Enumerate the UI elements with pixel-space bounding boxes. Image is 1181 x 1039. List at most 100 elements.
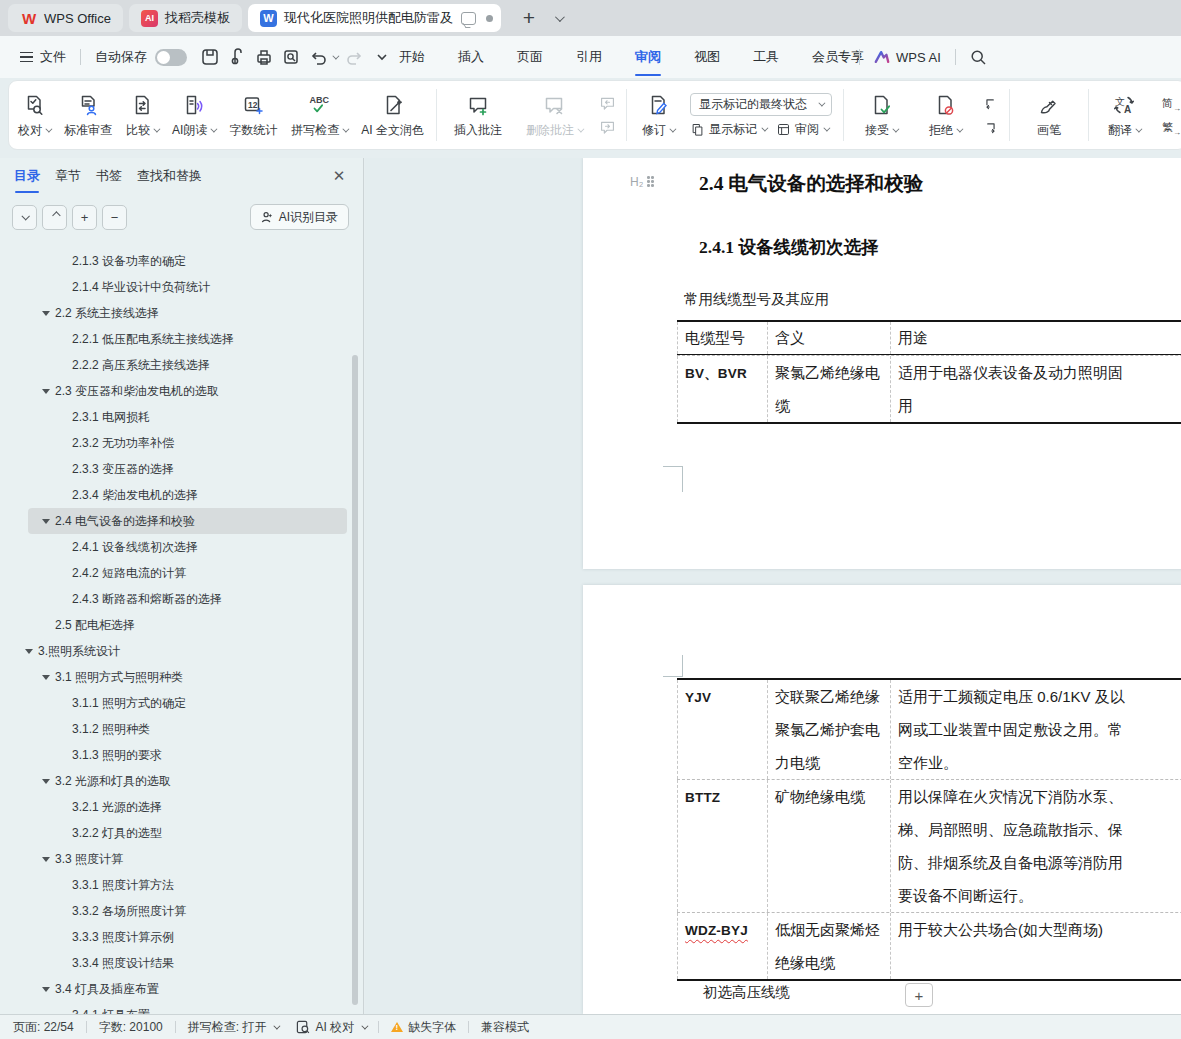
toc-item[interactable]: 2.5 配电柜选择 (0, 612, 359, 638)
doc-heading-2-4-1[interactable]: 2.4.1 设备线缆初次选择 (699, 235, 878, 259)
menu-插入[interactable]: 插入 (457, 45, 485, 69)
menu-视图[interactable]: 视图 (693, 45, 721, 69)
sidebar-tab-查找和替换[interactable]: 查找和替换 (137, 167, 202, 185)
word-count-indicator[interactable]: 字数: 20100 (99, 1019, 163, 1036)
tab-list-chevron[interactable] (555, 12, 565, 22)
collapse-triangle-icon[interactable] (42, 987, 50, 992)
missing-font-warning[interactable]: 缺失字体 (391, 1019, 456, 1036)
standard-review-button[interactable]: 标准审查 (57, 85, 119, 145)
autosave-toggle[interactable] (155, 49, 187, 66)
search-icon[interactable] (970, 49, 987, 66)
proofread-button[interactable]: 校对 (11, 85, 57, 145)
tab-docer-template[interactable]: AI 找稻壳模板 (129, 4, 242, 32)
next-change-button[interactable] (981, 118, 1000, 136)
new-tab-button[interactable]: + (517, 6, 541, 30)
accept-button[interactable]: 接受 (849, 85, 913, 145)
page-indicator[interactable]: 页面: 22/54 (13, 1019, 74, 1036)
toc-item[interactable]: 2.2.2 高压系统主接线选择 (0, 352, 359, 378)
toc-item[interactable]: 3.3 照度计算 (0, 846, 359, 872)
toc-item[interactable]: 3.1.2 照明种类 (0, 716, 359, 742)
table-cell[interactable]: BV、BVR (677, 356, 767, 422)
toc-item[interactable]: 3.3.3 照度计算示例 (0, 924, 359, 950)
undo-icon[interactable] (309, 48, 327, 66)
ai-read-button[interactable]: AI朗读 (165, 85, 222, 145)
table-cell[interactable]: 矿物绝缘电缆 (767, 780, 890, 912)
compat-mode-indicator[interactable]: 兼容模式 (481, 1019, 529, 1036)
menu-审阅[interactable]: 审阅 (634, 45, 662, 69)
toc-item[interactable]: 2.4.2 短路电流的计算 (0, 560, 359, 586)
close-icon[interactable]: ✕ (331, 168, 347, 184)
table-cell[interactable]: BTTZ (677, 780, 767, 912)
markup-state-select[interactable]: 显示标记的最终状态 (690, 93, 832, 116)
to-simplified-button[interactable]: 繁→转简 (1162, 119, 1181, 136)
toc-item[interactable]: 3.1.1 照明方式的确定 (0, 690, 359, 716)
chat-bubble-icon[interactable] (461, 12, 476, 25)
brush-button[interactable]: 画笔 (1015, 85, 1083, 145)
tab-document[interactable]: W 现代化医院照明供配电防雷及 (248, 4, 501, 32)
table-add-row-button[interactable]: + (905, 983, 933, 1007)
table-cell[interactable]: 适用于工频额定电压 0.6/1KV 及以网或工业装置中固定敷设之用。常空作业。 (890, 680, 1181, 779)
collapse-triangle-icon[interactable] (42, 519, 50, 524)
table-header-cell[interactable]: 电缆型号 (677, 322, 767, 354)
menu-开始[interactable]: 开始 (398, 45, 426, 69)
more-commands-chevron[interactable] (373, 48, 391, 66)
doc-heading-2-4[interactable]: 2.4 电气设备的选择和校验 (699, 170, 923, 197)
toc-item[interactable]: 3.3.1 照度计算方法 (0, 872, 359, 898)
spell-check-button[interactable]: ABC 拼写检查 (284, 85, 354, 145)
collapse-triangle-icon[interactable] (42, 779, 50, 784)
track-changes-button[interactable]: 修订 (632, 85, 684, 145)
save-icon[interactable] (201, 48, 219, 66)
redo-icon[interactable] (346, 48, 364, 66)
print-preview-icon[interactable] (282, 48, 300, 66)
ai-polish-button[interactable]: AI 全文润色 (354, 85, 431, 145)
toc-item[interactable]: 3.2.2 灯具的选型 (0, 820, 359, 846)
toc-item[interactable]: 2.2.1 低压配电系统主接线选择 (0, 326, 359, 352)
toc-item[interactable]: 2.3.2 无功功率补偿 (0, 430, 359, 456)
wps-ai-menu[interactable]: WPS AI (896, 50, 941, 65)
show-markup-button[interactable]: 显示标记 (690, 121, 766, 138)
sidebar-tab-书签[interactable]: 书签 (96, 167, 122, 185)
sidebar-tab-章节[interactable]: 章节 (55, 167, 81, 185)
toc-item[interactable]: 2.4 电气设备的选择和校验 (0, 508, 359, 534)
table-cell[interactable]: 用于较大公共场合(如大型商场) (890, 913, 1181, 979)
ai-recognize-toc-button[interactable]: AI识别目录 (250, 204, 349, 230)
sidebar-tab-目录[interactable]: 目录 (14, 167, 40, 185)
toc-item[interactable]: 2.4.1 设备线缆初次选择 (0, 534, 359, 560)
menu-工具[interactable]: 工具 (752, 45, 780, 69)
table-cell[interactable]: WDZ-BYJ (677, 913, 767, 979)
toc-item[interactable]: 3.4.1 灯具布置 (0, 1002, 359, 1014)
reviewers-button[interactable]: 审阅 (776, 121, 828, 138)
insert-comment-button[interactable]: 插入批注 (442, 85, 514, 145)
toc-item[interactable]: 2.3.4 柴油发电机的选择 (0, 482, 359, 508)
delete-comment-button[interactable]: 删除批注 (514, 85, 594, 145)
next-comment-button[interactable] (598, 118, 617, 136)
doc-paragraph[interactable]: 常用线缆型号及其应用 (684, 290, 829, 309)
document-page-1[interactable]: H₂ 2.4 电气设备的选择和校验 2.4.1 设备线缆初次选择 常用线缆型号及… (583, 158, 1181, 569)
collapse-triangle-icon[interactable] (25, 649, 33, 654)
prev-change-button[interactable] (981, 94, 1000, 112)
collapse-triangle-icon[interactable] (42, 311, 50, 316)
doc-paragraph-high-voltage[interactable]: 初选高压线缆 (703, 983, 790, 1002)
translate-button[interactable]: 文A 翻译 (1094, 85, 1154, 145)
table-cell[interactable]: 适用于电器仪表设备及动力照明固用 (890, 356, 1181, 422)
table-cell[interactable]: 聚氯乙烯绝缘电缆 (767, 356, 890, 422)
heading-level-badge[interactable]: H₂ (630, 175, 655, 189)
word-count-button[interactable]: 12 字数统计 (222, 85, 284, 145)
collapse-triangle-icon[interactable] (42, 675, 50, 680)
prev-comment-button[interactable] (598, 94, 617, 112)
cable-table-part2[interactable]: YJV交联聚乙烯绝缘聚氯乙烯护套电力电缆适用于工频额定电压 0.6/1KV 及以… (677, 678, 1181, 981)
toc-item[interactable]: 2.1.4 毕业设计中负荷统计 (0, 274, 359, 300)
toc-item[interactable]: 2.2 系统主接线选择 (0, 300, 359, 326)
compare-button[interactable]: 比较 (119, 85, 165, 145)
collapse-up-button[interactable] (42, 205, 67, 230)
toc-item[interactable]: 3.3.2 各场所照度计算 (0, 898, 359, 924)
ai-proofread-status[interactable]: AI 校对 (296, 1019, 366, 1036)
menu-页面[interactable]: 页面 (516, 45, 544, 69)
toc-item[interactable]: 2.1.3 设备功率的确定 (0, 248, 359, 274)
toc-item[interactable]: 2.3.1 电网损耗 (0, 404, 359, 430)
reject-button[interactable]: 拒绝 (913, 85, 977, 145)
toc-item[interactable]: 3.4 灯具及插座布置 (0, 976, 359, 1002)
file-menu[interactable]: 文件 (40, 48, 66, 66)
table-header-cell[interactable]: 含义 (767, 322, 890, 354)
toc-item[interactable]: 2.3 变压器和柴油发电机的选取 (0, 378, 359, 404)
